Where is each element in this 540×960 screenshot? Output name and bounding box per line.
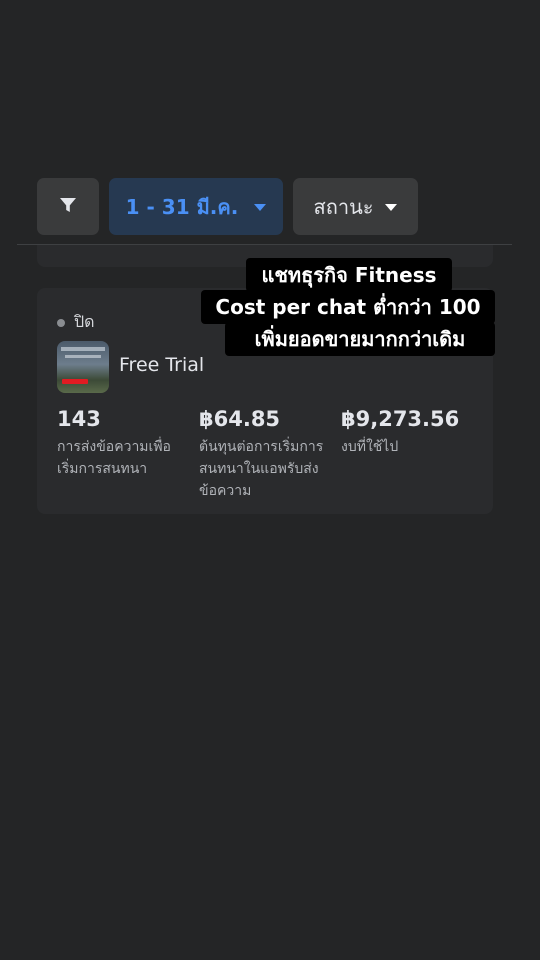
date-range-dropdown[interactable]: 1 - 31 มี.ค. (109, 178, 283, 235)
ad-thumbnail (57, 341, 109, 393)
status-dropdown[interactable]: สถานะ (293, 178, 418, 235)
chevron-down-icon (254, 204, 267, 211)
metric-results: 143 การส่งข้อความเพื่อเริ่มการสนทนา (57, 406, 199, 502)
status-dot-icon (57, 318, 65, 327)
date-range-label: 1 - 31 มี.ค. (125, 194, 239, 219)
caption-line: เพิ่มยอดขายมากกว่าเดิม (225, 322, 495, 356)
metric-label: การส่งข้อความเพื่อเริ่มการสนทนา (57, 439, 171, 477)
metric-value: ฿9,273.56 (341, 407, 460, 431)
filter-bar: 1 - 31 มี.ค. สถานะ (37, 178, 418, 235)
filter-button[interactable] (37, 178, 99, 235)
chevron-down-icon (385, 204, 398, 211)
metric-label: งบที่ใช้ไป (341, 439, 399, 455)
metric-label: ต้นทุนต่อการเริ่มการสนทนาในแอพรับส่งข้อค… (199, 439, 324, 499)
metrics-row: 143 การส่งข้อความเพื่อเริ่มการสนทนา ฿64.… (57, 406, 483, 502)
delivery-status: ปิด (57, 310, 95, 335)
metric-amount-spent: ฿9,273.56 งบที่ใช้ไป (341, 406, 483, 502)
status-text: ปิด (74, 312, 95, 331)
caption-line: Cost per chat ต่ำกว่า 100 (201, 290, 495, 324)
metric-value: 143 (57, 407, 101, 431)
metric-cost-per-result: ฿64.85 ต้นทุนต่อการเริ่มการสนทนาในแอพรับ… (199, 406, 341, 502)
filter-funnel-icon (59, 195, 77, 219)
ad-name[interactable]: Free Trial (119, 354, 204, 376)
metric-value: ฿64.85 (199, 407, 281, 431)
status-label: สถานะ (313, 194, 374, 219)
ads-manager-screen: 1 - 31 มี.ค. สถานะ ปิด Free Trial 143 กา… (0, 0, 540, 960)
caption-line: แชทธุรกิจ Fitness (246, 258, 452, 292)
